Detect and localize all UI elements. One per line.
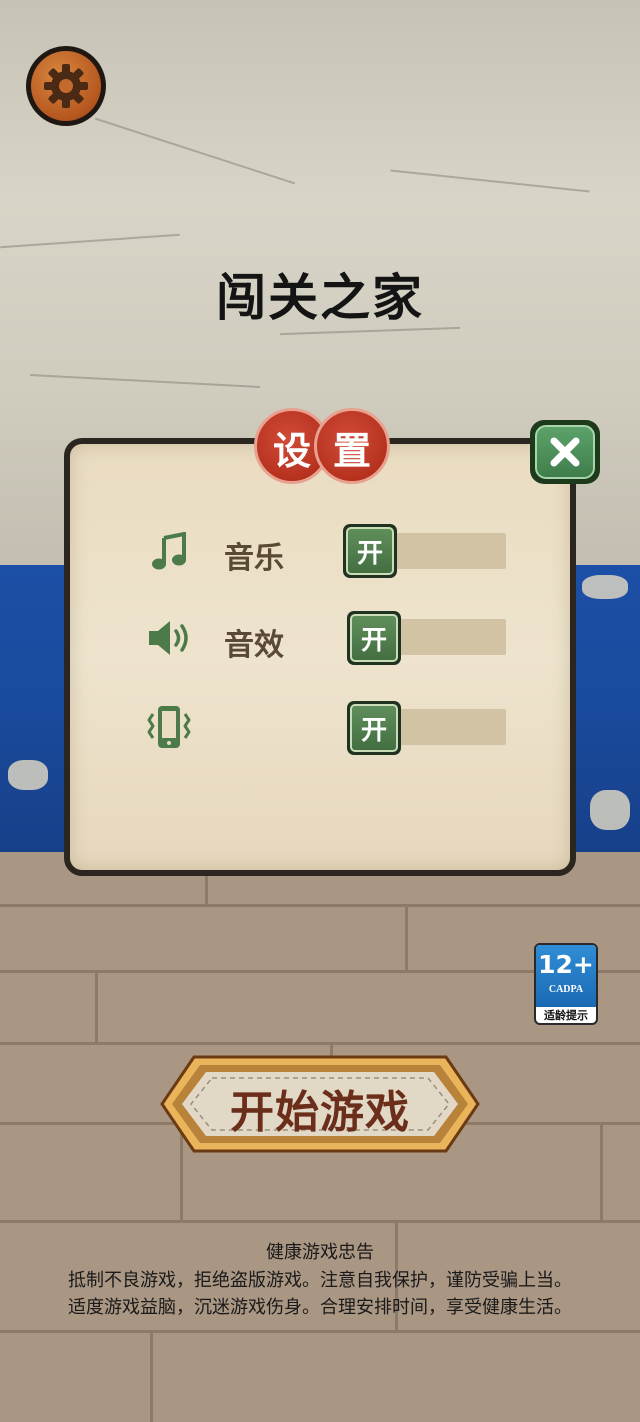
paint-chip bbox=[8, 760, 48, 790]
vibration-toggle-label: 开 bbox=[350, 704, 398, 752]
age-rating-tip: 适龄提示 bbox=[544, 1009, 588, 1022]
age-rating-value: 12+ bbox=[538, 950, 594, 979]
paint-chip bbox=[582, 575, 628, 599]
speaker-icon bbox=[149, 621, 188, 655]
music-note-icon bbox=[152, 532, 186, 570]
sound-effects-label: 音效 bbox=[224, 628, 284, 663]
settings-title-badge: 设 置 bbox=[254, 408, 390, 484]
music-toggle-track[interactable] bbox=[395, 533, 506, 569]
game-title: 闯关之家 bbox=[216, 269, 424, 327]
start-game-button[interactable]: 开始游戏 bbox=[160, 1054, 480, 1154]
music-label: 音乐 bbox=[224, 541, 284, 576]
paint-chip bbox=[590, 790, 630, 830]
close-icon bbox=[550, 437, 580, 467]
close-settings-button[interactable] bbox=[530, 420, 600, 484]
sound-effects-toggle[interactable]: 开 bbox=[347, 611, 401, 665]
vibration-toggle[interactable]: 开 bbox=[347, 701, 401, 755]
sound-effects-toggle-track[interactable] bbox=[399, 619, 506, 655]
music-toggle[interactable]: 开 bbox=[343, 524, 397, 578]
sound-effects-toggle-label: 开 bbox=[350, 614, 398, 662]
age-rating-badge[interactable]: 12+ CADPA 适龄提示 bbox=[534, 943, 598, 1025]
settings-title-char: 置 bbox=[332, 429, 371, 473]
vibration-icon bbox=[147, 706, 191, 748]
gear-icon bbox=[44, 64, 88, 108]
health-notice-title: 健康游戏忠告 bbox=[266, 1242, 374, 1263]
age-rating-org: CADPA bbox=[548, 984, 584, 995]
health-notice-line: 适度游戏益脑，沉迷游戏伤身。合理安排时间，享受健康生活。 bbox=[68, 1297, 572, 1318]
settings-panel bbox=[64, 438, 576, 876]
health-notice-line: 抵制不良游戏，拒绝盗版游戏。注意自我保护，谨防受骗上当。 bbox=[68, 1270, 572, 1291]
music-toggle-label: 开 bbox=[346, 527, 394, 575]
settings-gear-button[interactable] bbox=[26, 46, 106, 126]
vibration-toggle-track[interactable] bbox=[399, 709, 506, 745]
start-game-label: 开始游戏 bbox=[230, 1087, 410, 1138]
